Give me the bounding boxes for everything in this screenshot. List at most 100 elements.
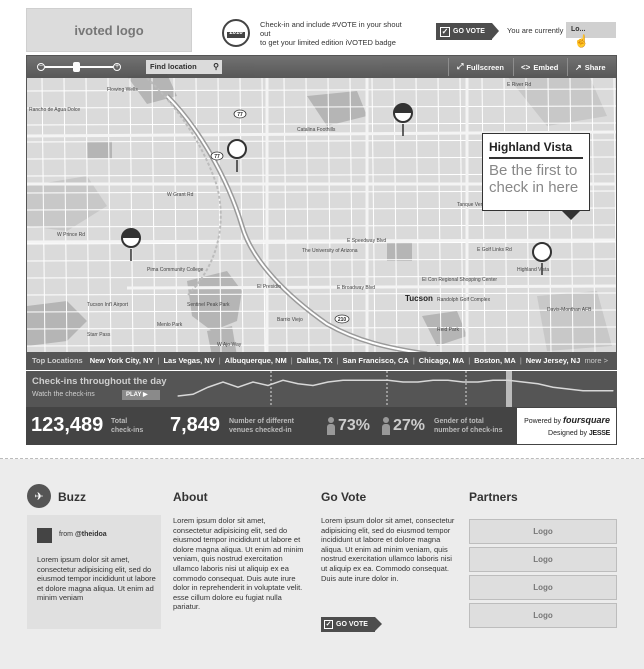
checkmark-icon: ✓ (324, 620, 333, 629)
about-title: About (173, 490, 208, 504)
venue-callout[interactable]: Highland Vista Be the first to check in … (482, 133, 590, 220)
buzz-title: Buzz (58, 490, 86, 504)
top-location-link[interactable]: Las Vegas, NV (163, 356, 214, 365)
toolbar-divider (513, 58, 514, 76)
checkins-line-chart[interactable] (174, 371, 617, 407)
top-location-link[interactable]: Boston, MA (474, 356, 516, 365)
buzz-text: Lorem ipsum dolor sit amet, consectetur … (37, 555, 156, 602)
share-button[interactable]: ↗ Share (575, 60, 606, 74)
buzz-card: from @theidoa Lorem ipsum dolor sit amet… (27, 515, 161, 629)
map-label-rancho: Rancho de Agua Dolce (29, 107, 80, 113)
map-panel[interactable]: The University of Arizona El Con Regiona… (26, 55, 617, 370)
go-vote-button[interactable]: ✓ GO VOTE (436, 23, 499, 40)
designer-logo: JESSE (588, 430, 610, 437)
partner-logo[interactable]: Logo (469, 519, 617, 544)
top-location-link[interactable]: New York City, NY (90, 356, 154, 365)
credits-box: Powered by foursquare Designed by JESSE (516, 407, 617, 445)
checkins-data-point (417, 381, 419, 383)
top-location-link[interactable]: New Jersey, NJ (526, 356, 580, 365)
map-label-pima-college: Pima Community College (147, 267, 204, 273)
checkins-data-point (297, 383, 299, 385)
designed-by-label: Designed by (548, 430, 587, 437)
more-locations-link[interactable]: more > (584, 356, 608, 365)
checkins-data-point (462, 381, 464, 383)
play-button[interactable]: PLAY ▶ (122, 390, 160, 400)
site-logo[interactable]: ivoted logo (26, 8, 192, 52)
map-canvas[interactable]: The University of Arizona El Con Regiona… (27, 56, 617, 370)
map-label-golf-links: E Golf Links Rd (477, 247, 512, 253)
checkins-data-point (582, 390, 584, 392)
powered-by[interactable]: Powered by foursquare (524, 415, 610, 425)
designed-by[interactable]: Designed by JESSE (548, 430, 610, 437)
checkins-data-point (402, 381, 404, 383)
female-icon (382, 417, 390, 435)
zoom-slider[interactable]: − + (37, 62, 121, 72)
zoom-in-icon[interactable]: + (113, 63, 121, 71)
top-location-link[interactable]: San Francisco, CA (343, 356, 409, 365)
top-locations-bar: Top Locations New York City, NY | Las Veg… (27, 352, 616, 369)
checkins-data-point (447, 379, 449, 381)
embed-label: Embed (533, 62, 559, 72)
checkins-data-point (612, 390, 614, 392)
map-label-randolph: Randolph Golf Complex (437, 297, 491, 303)
top-location-link[interactable]: Chicago, MA (419, 356, 464, 365)
callout-line2: check in here (489, 179, 579, 196)
zoom-out-icon[interactable]: − (37, 63, 45, 71)
partner-logo[interactable]: Logo (469, 575, 617, 600)
checkins-data-point (357, 379, 359, 381)
find-location-input[interactable]: Find location ⚲ (146, 60, 222, 74)
avatar[interactable] (37, 528, 52, 543)
callout-line1: Be the first to (489, 162, 578, 179)
top-location-link[interactable]: Albuquerque, NM (225, 356, 287, 365)
map-label-barrio-viejo: Barrio Viejo (277, 317, 303, 323)
toolbar-divider (567, 58, 568, 76)
checkins-data-point (252, 381, 254, 383)
venues-value: 7,849 (170, 414, 221, 436)
checkins-data-point (567, 388, 569, 390)
search-icon[interactable]: ⚲ (213, 62, 219, 71)
top-location-link[interactable]: Dallas, TX (297, 356, 333, 365)
checkins-data-point (237, 386, 239, 388)
checkins-data-point (537, 383, 539, 385)
checkin-promo-line1: Check-in and include #VOTE in your shout… (260, 20, 402, 38)
total-checkins-value: 123,489 (31, 414, 104, 436)
buzz-handle[interactable]: @theidoa (75, 531, 107, 538)
checkin-promo-text: Check-in and include #VOTE in your shout… (260, 20, 410, 47)
checkins-data-point (597, 390, 599, 392)
map-label-speedway: E Speedway Blvd (347, 238, 386, 244)
embed-button[interactable]: <> Embed (521, 60, 558, 74)
zoom-handle[interactable] (73, 62, 80, 72)
partner-logo[interactable]: Logo (469, 603, 617, 628)
map-label-starr-pass: Starr Pass (87, 332, 111, 338)
hand-cursor-icon: ☝ (574, 34, 589, 48)
chart-playhead[interactable] (506, 371, 512, 407)
checkins-data-point (342, 379, 344, 381)
checkins-data-point (522, 381, 524, 383)
twitter-bird-icon: ✈ (27, 484, 51, 508)
checkins-data-point (192, 393, 194, 395)
fullscreen-button[interactable]: ⤢ Fullscreen (457, 60, 504, 74)
badge-year: 2010 (229, 30, 243, 36)
checkins-data-point (477, 381, 479, 383)
total-checkins-label: Total check-ins (111, 417, 143, 435)
stats-panel: 123,489 Total check-ins 7,849 Number of … (26, 407, 617, 445)
checkins-data-point (207, 386, 209, 388)
map-label-broadway: E Broadway Blvd (337, 285, 375, 291)
total-checkins-label2: check-ins (111, 427, 144, 434)
chart-title: Check-ins throughout the day (32, 376, 167, 387)
checkins-data-point (372, 379, 374, 381)
go-vote-text: Lorem ipsum dolor sit amet, consectetur … (321, 516, 455, 583)
checkins-data-point (507, 379, 509, 381)
map-label-river-rd: E River Rd (507, 82, 531, 88)
map-toolbar: − + Find location ⚲ ⤢ Fullscreen <> Embe… (27, 56, 616, 78)
find-location-label: Find location (150, 62, 197, 71)
partner-logo[interactable]: Logo (469, 547, 617, 572)
map-label-menlo-park: Menlo Park (157, 322, 183, 328)
map-label-tucson: Tucson (405, 294, 433, 303)
checkins-data-point (492, 379, 494, 381)
map-label-grant-rd: W Grant Rd (167, 192, 194, 198)
checkins-data-point (327, 381, 329, 383)
female-pct-value: 27% (393, 417, 426, 434)
gender-label2: number of check-ins (434, 427, 503, 434)
footer-go-vote-button[interactable]: ✓ GO VOTE (321, 617, 382, 632)
